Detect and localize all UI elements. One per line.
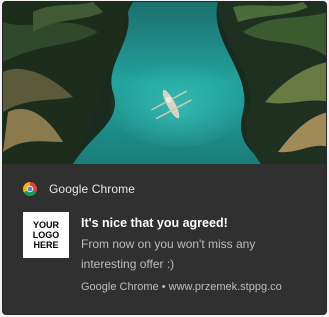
app-name: Google Chrome <box>49 182 136 196</box>
logo-line: HERE <box>33 240 59 250</box>
footer-domain: www.przemek.stppg.co <box>168 281 282 293</box>
chrome-icon <box>23 182 37 196</box>
notification-header: Google Chrome <box>23 180 135 198</box>
footer-separator: • <box>161 281 166 293</box>
footer-source: Google Chrome <box>81 281 159 293</box>
brand-logo: YOUR LOGO HERE <box>23 212 69 258</box>
logo-line: YOUR <box>32 220 59 230</box>
notification-message: From now on you won't miss any interesti… <box>81 237 256 271</box>
notification-title: It's nice that you agreed! <box>81 216 228 230</box>
logo-line: LOGO <box>32 230 60 240</box>
notification-content: It's nice that you agreed! From now on y… <box>81 214 321 274</box>
hero-image <box>3 2 326 164</box>
notification-footer: Google Chrome • www.przemek.stppg.co <box>81 281 282 293</box>
chrome-notification[interactable]: Google Chrome YOUR LOGO HERE It's nice t… <box>2 1 327 315</box>
